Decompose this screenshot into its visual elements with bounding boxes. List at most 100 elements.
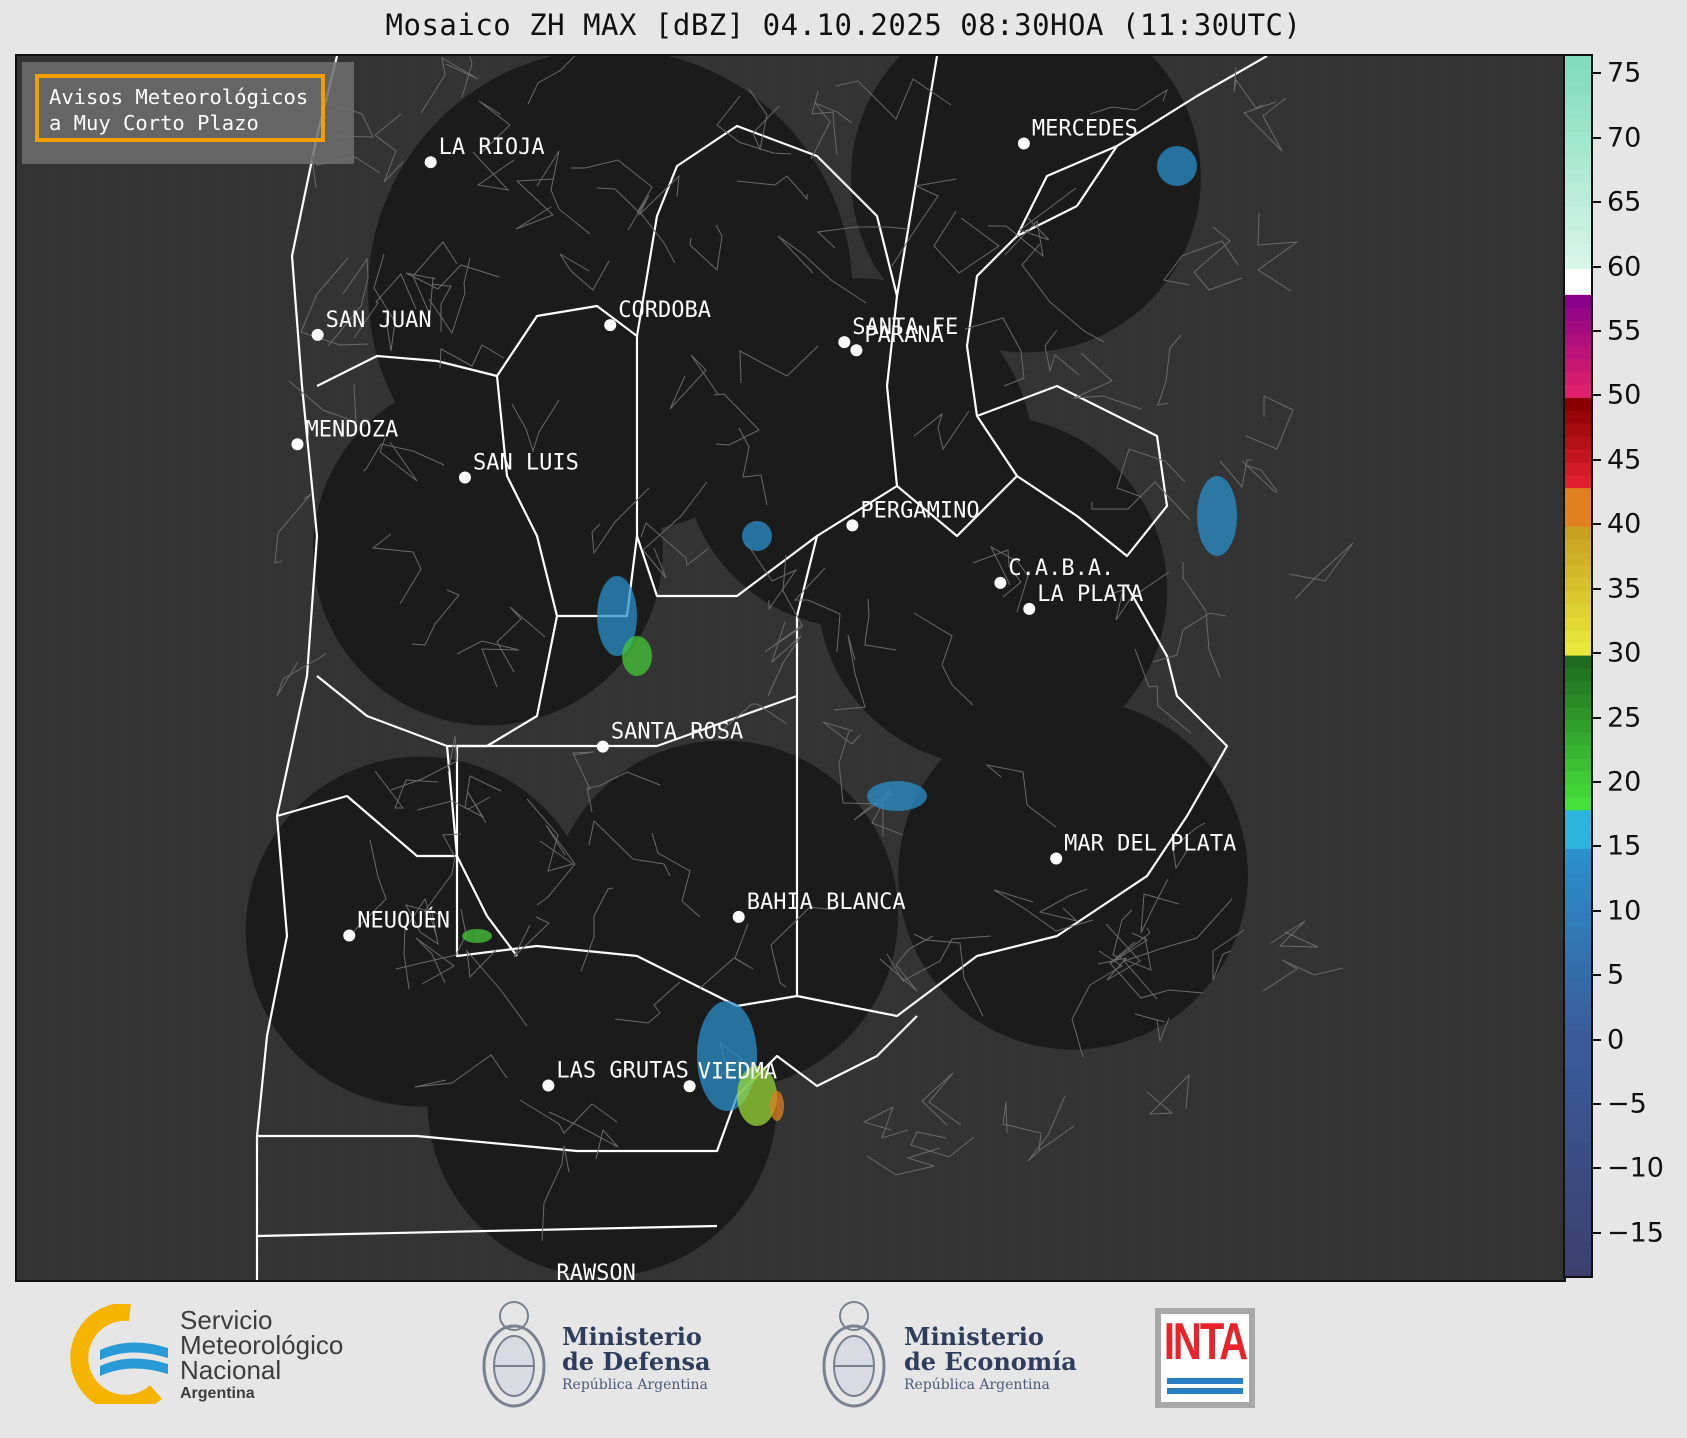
colorbar-tick-label: 35 — [1607, 573, 1642, 605]
city-label: BAHIA BLANCA — [747, 890, 906, 915]
colorbar-segment — [1565, 925, 1591, 940]
colorbar-tick-label: 55 — [1607, 315, 1642, 347]
colorbar-tick — [1593, 845, 1601, 848]
colorbar-segment — [1565, 1167, 1591, 1181]
colorbar-tick-label: 40 — [1607, 508, 1642, 540]
colorbar-tick-label: −15 — [1607, 1217, 1664, 1249]
colorbar-segment — [1565, 461, 1591, 476]
colorbar-tick-label: 50 — [1607, 379, 1642, 411]
colorbar-tick-label: 70 — [1607, 122, 1642, 154]
colorbar-segment — [1565, 1054, 1591, 1068]
defensa-logo[interactable]: Ministerio de Defensa República Argentin… — [478, 1294, 738, 1414]
warning-link-box[interactable]: Avisos Meteorológicos a Muy Corto Plazo — [35, 74, 325, 142]
colorbar-segment — [1565, 1229, 1591, 1243]
colorbar-segment — [1565, 294, 1591, 308]
colorbar-segment — [1565, 552, 1591, 566]
colorbar-tick-label: 60 — [1607, 251, 1642, 283]
colorbar-segment — [1565, 887, 1591, 901]
city-marker[interactable] — [596, 740, 609, 753]
city-marker[interactable] — [994, 576, 1007, 589]
smn-logo[interactable]: Servicio Meteorológico Nacional Argentin… — [60, 1304, 380, 1404]
footer-logos: Servicio Meteorológico Nacional Argentin… — [0, 1280, 1687, 1438]
colorbar-segment — [1565, 218, 1591, 232]
colorbar-tick-label: −10 — [1607, 1152, 1664, 1184]
colorbar-tick-label: 25 — [1607, 702, 1642, 734]
inta-logo[interactable]: INTA — [1155, 1308, 1255, 1408]
city-marker[interactable] — [683, 1080, 696, 1093]
warning-line-1: Avisos Meteorológicos — [49, 85, 309, 109]
city-marker[interactable] — [311, 328, 324, 341]
city-marker[interactable] — [343, 929, 356, 942]
city-label: VIEDMA — [698, 1059, 777, 1084]
colorbar-segment — [1565, 1028, 1591, 1043]
colorbar-segment — [1565, 899, 1591, 914]
colorbar-segment — [1565, 809, 1591, 824]
city-marker[interactable] — [604, 319, 617, 332]
colorbar-segment — [1565, 629, 1591, 643]
colorbar-segment — [1565, 564, 1591, 579]
city-marker[interactable] — [846, 519, 859, 532]
city-marker[interactable] — [424, 156, 437, 169]
colorbar-segment — [1565, 964, 1591, 978]
city-marker[interactable] — [291, 438, 304, 451]
radar-coverage-6 — [898, 699, 1248, 1050]
colorbar-segment — [1565, 256, 1591, 270]
colorbar-segment — [1565, 1179, 1591, 1193]
city-label: SANTA ROSA — [611, 720, 743, 745]
city-marker[interactable] — [838, 336, 851, 349]
colorbar-tick-label: 5 — [1607, 959, 1625, 991]
colorbar-tick-label: 10 — [1607, 895, 1642, 927]
smn-line-4: Argentina — [180, 1385, 255, 1402]
colorbar-segment — [1565, 706, 1591, 721]
city-label: MENDOZA — [305, 417, 398, 442]
economia-line-3: República Argentina — [904, 1377, 1050, 1393]
colorbar-segment — [1565, 500, 1591, 514]
city-label: SAN JUAN — [326, 308, 432, 333]
map-canvas[interactable]: LA RIOJASAN JUAN CORDOBASANTA FEPARANAMER… — [17, 56, 1564, 1280]
colorbar-segment — [1565, 206, 1591, 220]
smn-emblem-icon — [70, 1304, 168, 1404]
echo-blob — [1197, 476, 1237, 556]
warning-panel[interactable]: Avisos Meteorológicos a Muy Corto Plazo — [22, 62, 354, 164]
colorbar-segment — [1565, 1204, 1591, 1218]
colorbar-segment — [1565, 436, 1591, 450]
colorbar-tick-label: 20 — [1607, 766, 1642, 798]
city-label: NEUQUÉN — [357, 907, 450, 933]
colorbar-segment — [1565, 1267, 1591, 1276]
colorbar-tick-label: 45 — [1607, 444, 1642, 476]
colorbar-segment — [1565, 448, 1591, 463]
economia-logo[interactable]: Ministerio de Economía República Argenti… — [818, 1294, 1098, 1414]
echo-blob — [1157, 146, 1197, 186]
colorbar-segment — [1565, 745, 1591, 759]
echo-blob — [770, 1091, 784, 1121]
chart-title: Mosaico ZH MAX [dBZ] 04.10.2025 08:30HOA… — [385, 8, 1302, 42]
colorbar-segment — [1565, 771, 1591, 785]
warning-line-2: a Muy Corto Plazo — [49, 111, 259, 135]
city-marker[interactable] — [542, 1079, 555, 1092]
defensa-line-2: de Defensa — [562, 1347, 711, 1376]
city-label: LAS GRUTAS — [556, 1058, 688, 1083]
city-label: SAN LUIS — [473, 451, 579, 476]
colorbar-tick — [1593, 974, 1601, 977]
city-marker[interactable] — [1023, 602, 1036, 615]
city-label: CORDOBA — [618, 298, 711, 323]
colorbar-segment — [1565, 231, 1591, 245]
colorbar-tick — [1593, 523, 1601, 526]
colorbar-segment — [1565, 320, 1591, 334]
inta-text: INTA — [1163, 1313, 1248, 1371]
radar-map[interactable]: LA RIOJA SAN JUAN CORDOBA SANTA FE PARANA MER… — [15, 54, 1566, 1282]
colorbar-segment — [1565, 243, 1591, 257]
city-marker[interactable] — [458, 471, 471, 484]
colorbar-segment — [1565, 487, 1591, 502]
city-marker[interactable] — [732, 910, 745, 923]
colorbar-segment — [1565, 577, 1591, 592]
city-marker[interactable] — [850, 344, 863, 357]
colorbar-tick — [1593, 652, 1601, 655]
colorbar-segment — [1565, 693, 1591, 708]
colorbar-segment — [1565, 131, 1591, 145]
colorbar-segment — [1565, 912, 1591, 927]
colorbar-segment — [1565, 143, 1591, 157]
colorbar-segment — [1565, 1066, 1591, 1080]
city-marker[interactable] — [1017, 137, 1030, 150]
city-marker[interactable] — [1050, 852, 1063, 865]
